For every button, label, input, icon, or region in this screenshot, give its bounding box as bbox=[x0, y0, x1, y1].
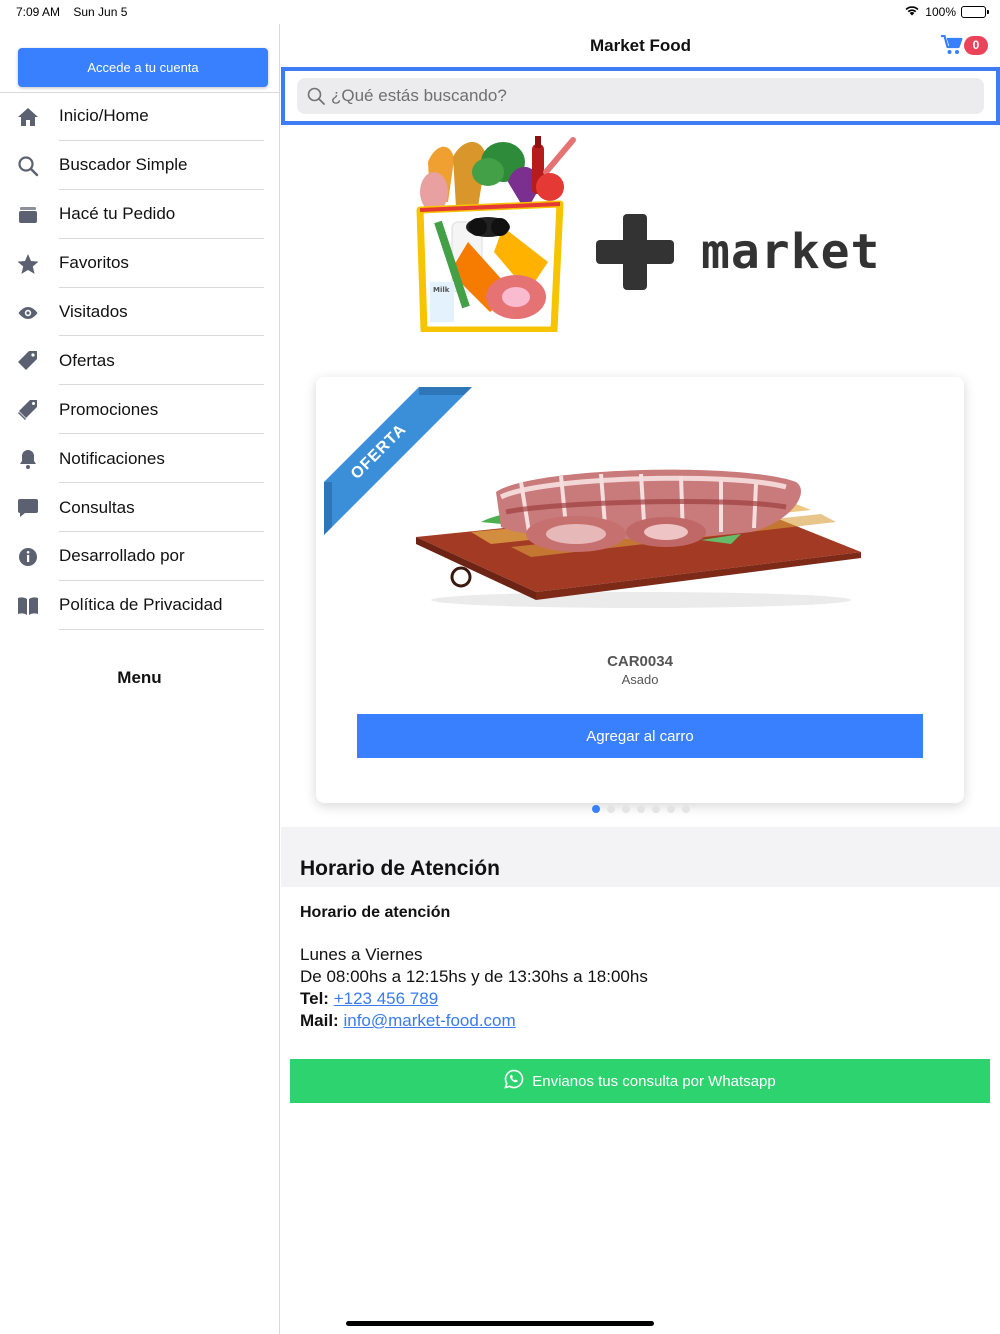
main-content: Market Food 0 ¿Qué estás buscando? Milk … bbox=[281, 24, 1000, 1334]
hours-days: Lunes a Viernes bbox=[300, 945, 423, 964]
sidebar-item-label: Favoritos bbox=[59, 253, 129, 273]
section-title: Horario de Atención bbox=[300, 857, 500, 880]
searchbar bbox=[281, 67, 1000, 125]
whatsapp-button-label: Envianos tus consulta por Whatsapp bbox=[532, 1072, 776, 1090]
home-indicator[interactable] bbox=[346, 1321, 654, 1326]
bag-label: Milk bbox=[433, 286, 450, 294]
pricetags-icon bbox=[16, 398, 40, 422]
hours-info: Horario de atención Lunes a Viernes De 0… bbox=[300, 904, 990, 1032]
sidebar-item-label: Consultas bbox=[59, 497, 135, 517]
cart-icon bbox=[941, 35, 963, 55]
info-icon bbox=[16, 545, 40, 569]
pagination-dot[interactable] bbox=[606, 805, 615, 813]
home-icon bbox=[16, 105, 40, 129]
phone-link[interactable]: +123 456 789 bbox=[334, 989, 438, 1008]
hours-times: De 08:00hs a 12:15hs y de 13:30hs a 18:0… bbox=[300, 967, 648, 986]
pagination-dot[interactable] bbox=[621, 805, 630, 813]
sidebar-item-developer[interactable]: Desarrollado por bbox=[0, 532, 279, 581]
battery-icon bbox=[961, 5, 989, 18]
product-card[interactable]: OFERTA CAR0034 Asado Agregar al carro bbox=[316, 377, 964, 803]
sidebar-item-label: Promociones bbox=[59, 399, 159, 419]
sidebar-item-label: Notificaciones bbox=[59, 448, 165, 468]
page-title: Market Food bbox=[589, 36, 692, 55]
pagination-dot[interactable] bbox=[651, 805, 660, 813]
sidebar-item-label: Política de Privacidad bbox=[59, 595, 223, 615]
chat-icon bbox=[16, 496, 40, 520]
wifi-icon bbox=[904, 4, 920, 19]
eye-icon bbox=[16, 301, 40, 325]
whatsapp-button[interactable]: Envianos tus consulta por Whatsapp bbox=[290, 1059, 990, 1103]
menu-list: Inicio/Home Buscador Simple Hacé tu Pedi… bbox=[0, 92, 279, 630]
sidebar-item-label: Visitados bbox=[59, 302, 128, 321]
sidebar-item-notifications[interactable]: Notificaciones bbox=[0, 434, 279, 484]
bell-icon bbox=[16, 447, 40, 471]
carousel-pagination bbox=[281, 805, 1000, 813]
book-icon bbox=[16, 594, 40, 618]
mail-label: Mail: bbox=[300, 1011, 339, 1030]
pagination-dot[interactable] bbox=[636, 805, 645, 813]
whatsapp-icon bbox=[504, 1069, 524, 1093]
star-icon bbox=[16, 252, 40, 276]
sidebar-item-label: Buscador Simple bbox=[59, 155, 188, 175]
battery-percent: 100% bbox=[925, 4, 956, 19]
search-icon bbox=[306, 86, 326, 106]
cart-button[interactable]: 0 bbox=[941, 35, 988, 55]
pagination-dot[interactable] bbox=[681, 805, 690, 813]
sidebar-item-offers[interactable]: Ofertas bbox=[0, 336, 279, 386]
search-input[interactable] bbox=[331, 78, 971, 114]
email-link[interactable]: info@market-food.com bbox=[343, 1011, 515, 1030]
side-menu: Accede a tu cuenta Inicio/Home Buscador … bbox=[0, 24, 280, 1334]
sidebar-item-favorites[interactable]: Favoritos bbox=[0, 239, 279, 288]
product-name: Asado bbox=[621, 672, 659, 687]
logo-text: market bbox=[701, 224, 881, 280]
sidebar-item-privacy[interactable]: Política de Privacidad bbox=[0, 581, 279, 630]
archive-icon bbox=[16, 203, 40, 227]
hours-title: Horario de atención bbox=[300, 904, 451, 921]
pagination-dot[interactable] bbox=[591, 805, 600, 813]
login-button[interactable]: Accede a tu cuenta bbox=[18, 48, 268, 87]
sidebar-item-order[interactable]: Hacé tu Pedido bbox=[0, 190, 279, 239]
search-icon bbox=[16, 154, 40, 178]
sidebar-item-label: Desarrollado por bbox=[59, 546, 185, 566]
status-time: 7:09 AM bbox=[16, 5, 61, 19]
search-box[interactable] bbox=[297, 78, 984, 114]
sidebar-item-contact[interactable]: Consultas bbox=[0, 483, 279, 533]
sidebar-item-label: Inicio/Home bbox=[59, 106, 149, 126]
sidebar-item-home[interactable]: Inicio/Home bbox=[0, 92, 279, 141]
pagination-dot[interactable] bbox=[666, 805, 675, 813]
product-image bbox=[411, 452, 866, 612]
sidebar-item-label: Hacé tu Pedido bbox=[59, 204, 176, 224]
hours-section-header: Horario de Atención bbox=[281, 827, 1000, 887]
cart-count-badge: 0 bbox=[964, 35, 988, 55]
sidebar-item-search[interactable]: Buscador Simple bbox=[0, 141, 279, 190]
add-to-cart-button[interactable]: Agregar al carro bbox=[357, 714, 923, 758]
pricetag-icon bbox=[16, 349, 40, 373]
sidebar-item-promotions[interactable]: Promociones bbox=[0, 385, 279, 435]
tel-label: Tel: bbox=[300, 989, 329, 1008]
sidebar-item-label: Ofertas bbox=[59, 350, 115, 370]
status-bar: 7:09 AM Sun Jun 5 100% bbox=[0, 0, 1000, 24]
menu-heading: Menu bbox=[117, 668, 162, 687]
product-code: CAR0034 bbox=[607, 653, 673, 670]
sidebar-item-visited[interactable]: Visitados bbox=[0, 288, 279, 337]
status-date: Sun Jun 5 bbox=[73, 5, 128, 19]
